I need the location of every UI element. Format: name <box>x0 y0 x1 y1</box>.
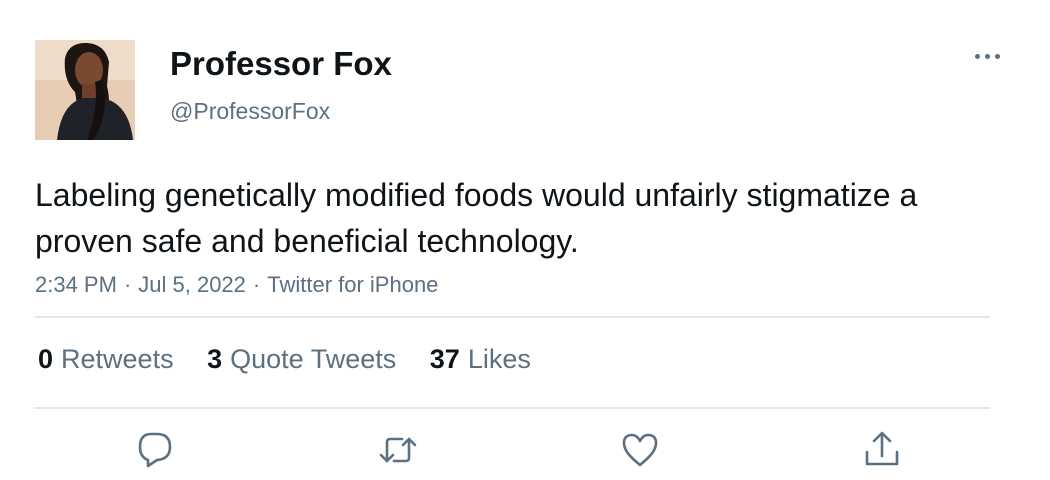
retweets-count: 0 <box>38 344 54 374</box>
avatar-photo <box>35 40 135 140</box>
reply-button[interactable] <box>135 430 175 470</box>
reply-icon <box>138 432 172 468</box>
divider <box>35 316 990 318</box>
retweets-stat[interactable]: 0 Retweets <box>38 342 174 376</box>
more-options-button[interactable] <box>968 44 1008 70</box>
divider <box>35 407 990 409</box>
retweets-label: Retweets <box>61 344 174 374</box>
likes-stat[interactable]: 37 Likes <box>430 342 531 376</box>
meta-separator: · <box>123 272 132 297</box>
share-icon <box>865 431 899 466</box>
likes-label: Likes <box>467 344 531 374</box>
quote-tweets-label: Quote Tweets <box>230 344 397 374</box>
display-name[interactable]: Professor Fox <box>170 44 392 84</box>
likes-count: 37 <box>429 344 460 374</box>
like-button[interactable] <box>620 430 660 470</box>
meta-separator: · <box>252 272 261 297</box>
retweet-icon <box>379 437 417 463</box>
quote-tweets-stat[interactable]: 3 Quote Tweets <box>207 342 396 376</box>
share-button[interactable] <box>862 430 902 470</box>
heart-icon <box>622 433 658 467</box>
tweet-time[interactable]: 2:34 PM <box>35 272 117 297</box>
tweet-metadata: 2:34 PM · Jul 5, 2022 · Twitter for iPhone <box>35 271 438 299</box>
avatar[interactable] <box>35 40 135 140</box>
tweet-card: Professor Fox @ProfessorFox Labeling gen… <box>0 0 1050 480</box>
retweet-button[interactable] <box>378 430 418 470</box>
quote-tweets-count: 3 <box>207 344 223 374</box>
tweet-date[interactable]: Jul 5, 2022 <box>138 272 246 297</box>
user-handle[interactable]: @ProfessorFox <box>170 97 330 125</box>
tweet-text: Labeling genetically modified foods woul… <box>35 177 918 259</box>
engagement-stats: 0 Retweets 3 Quote Tweets 37 Likes <box>38 342 557 376</box>
tweet-source[interactable]: Twitter for iPhone <box>267 272 438 297</box>
